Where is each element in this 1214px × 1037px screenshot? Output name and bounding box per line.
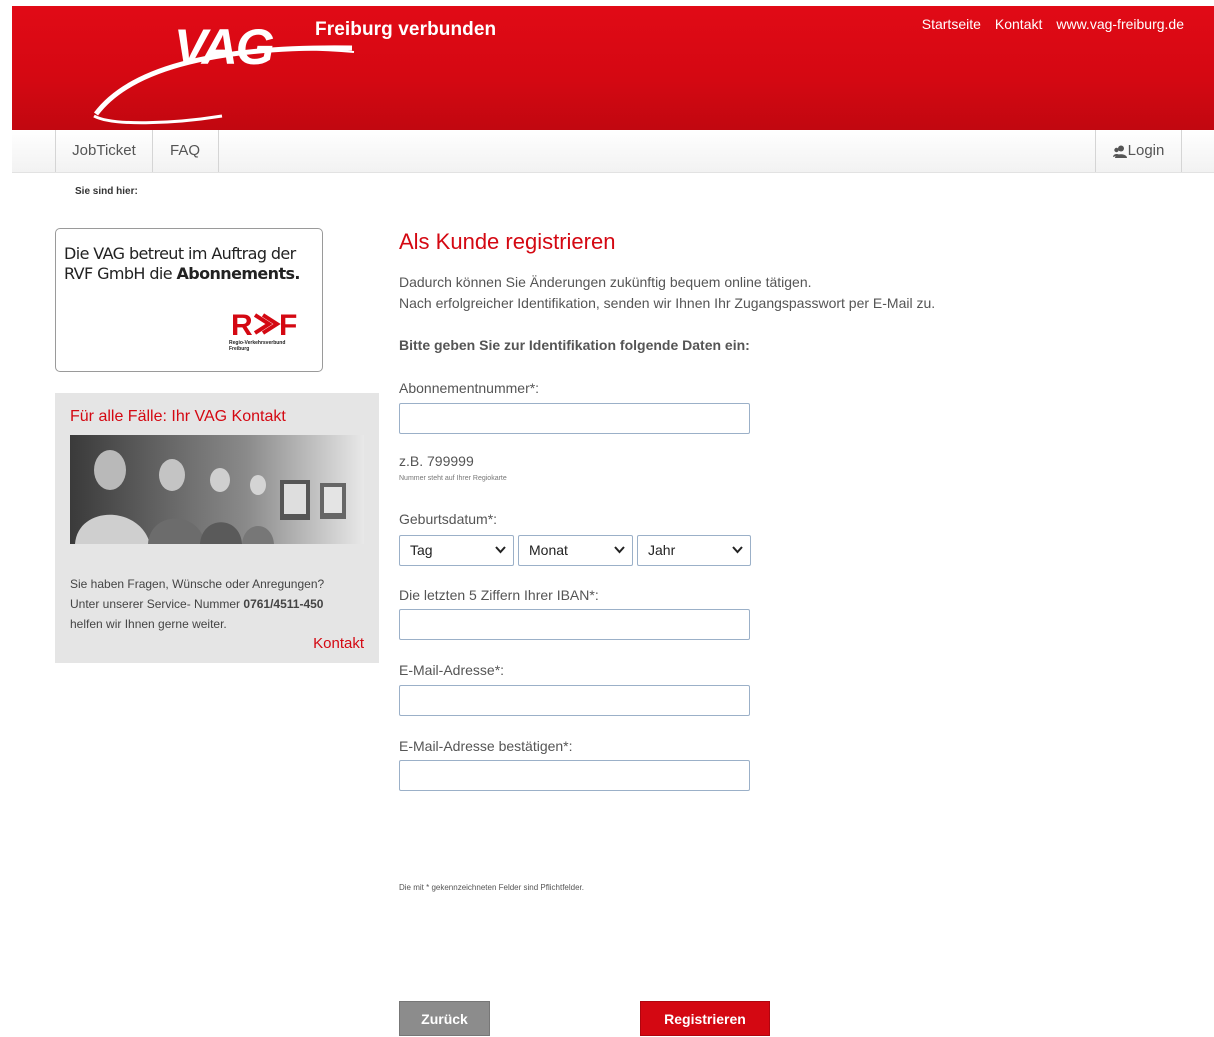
abo-number-hint-small: Nummer steht auf Ihrer Regiokarte	[399, 475, 507, 482]
contact-line3: helfen wir Ihnen gerne weiter.	[70, 617, 227, 631]
birthdate-label: Geburtsdatum*:	[399, 511, 498, 527]
abo-number-label: Abonnementnummer*:	[399, 380, 540, 396]
site-header: VAG Freiburg verbunden Startseite Kontak…	[12, 6, 1214, 130]
iban-input[interactable]	[399, 609, 750, 640]
user-icon	[1112, 145, 1127, 158]
intro-line2: Nach erfolgreicher Identifikation, sende…	[399, 295, 936, 311]
rvf-text-line2: RVF GmbH die	[64, 264, 177, 283]
email-confirm-label: E-Mail-Adresse bestätigen*:	[399, 738, 573, 754]
contact-line2: Unter unserer Service- Nummer	[70, 597, 244, 611]
rvf-logo-f: F	[279, 309, 297, 342]
call-center-image	[70, 435, 364, 544]
chevron-down-icon	[614, 546, 625, 554]
breadcrumb: Sie sind hier:	[75, 186, 138, 197]
rvf-info-text: Die VAG betreut im Auftrag der RVF GmbH …	[64, 244, 319, 284]
top-link-kontakt[interactable]: Kontakt	[995, 16, 1042, 32]
abo-number-input[interactable]	[399, 403, 750, 434]
birth-year-select[interactable]: Jahr	[637, 535, 751, 566]
contact-line1: Sie haben Fragen, Wünsche oder Anregunge…	[70, 577, 325, 591]
nav-item-jobticket[interactable]: JobTicket	[55, 130, 153, 172]
rvf-subtext-line2: Freiburg	[229, 346, 250, 352]
nav-item-faq[interactable]: FAQ	[152, 130, 219, 172]
birth-year-value: Jahr	[648, 542, 676, 558]
abo-number-hint: z.B. 799999	[399, 453, 474, 469]
required-fields-note: Die mit * gekennzeichneten Felder sind P…	[399, 883, 584, 892]
contact-link[interactable]: Kontakt	[313, 635, 364, 652]
rvf-logo-r: R	[231, 309, 253, 342]
login-label: Login	[1127, 142, 1165, 159]
page-title: Als Kunde registrieren	[399, 229, 616, 254]
email-label: E-Mail-Adresse*:	[399, 662, 505, 678]
contact-text: Sie haben Fragen, Wünsche oder Anregunge…	[70, 574, 375, 634]
birth-day-select[interactable]: Tag	[399, 535, 514, 566]
birth-day-value: Tag	[410, 542, 433, 558]
rvf-info-box: Die VAG betreut im Auftrag der RVF GmbH …	[55, 228, 323, 372]
birth-month-value: Monat	[529, 542, 568, 558]
intro-line1: Dadurch können Sie Änderungen zukünftig …	[399, 274, 812, 290]
instruction-text: Bitte geben Sie zur Identifikation folge…	[399, 337, 750, 353]
top-link-website[interactable]: www.vag-freiburg.de	[1056, 16, 1184, 32]
contact-title: Für alle Fälle: Ihr VAG Kontakt	[70, 408, 286, 425]
vag-logo-text: VAG	[174, 19, 274, 75]
top-links: Startseite Kontakt www.vag-freiburg.de	[922, 16, 1184, 32]
register-button[interactable]: Registrieren	[640, 1001, 770, 1036]
contact-box: Für alle Fälle: Ihr VAG Kontakt Sie habe…	[55, 393, 379, 663]
chevron-down-icon	[732, 546, 743, 554]
rvf-logo-subtext: Regio-Verkehrsverbund Freiburg	[229, 340, 285, 352]
rvf-text-bold: Abonnements.	[176, 264, 300, 283]
nav-item-login[interactable]: Login	[1095, 130, 1182, 172]
intro-text: Dadurch können Sie Änderungen zukünftig …	[399, 272, 935, 314]
email-confirm-input[interactable]	[399, 760, 750, 791]
back-button[interactable]: Zurück	[399, 1001, 490, 1036]
main-nav: JobTicket FAQ Login	[12, 130, 1214, 173]
tagline: Freiburg verbunden	[315, 19, 497, 40]
iban-label: Die letzten 5 Ziffern Ihrer IBAN*:	[399, 587, 599, 603]
email-input[interactable]	[399, 685, 750, 716]
top-link-startseite[interactable]: Startseite	[922, 16, 981, 32]
service-phone: 0761/4511-450	[243, 597, 324, 611]
birth-month-select[interactable]: Monat	[518, 535, 633, 566]
rvf-text-line1: Die VAG betreut im Auftrag der	[64, 244, 296, 263]
chevron-down-icon	[495, 546, 506, 554]
